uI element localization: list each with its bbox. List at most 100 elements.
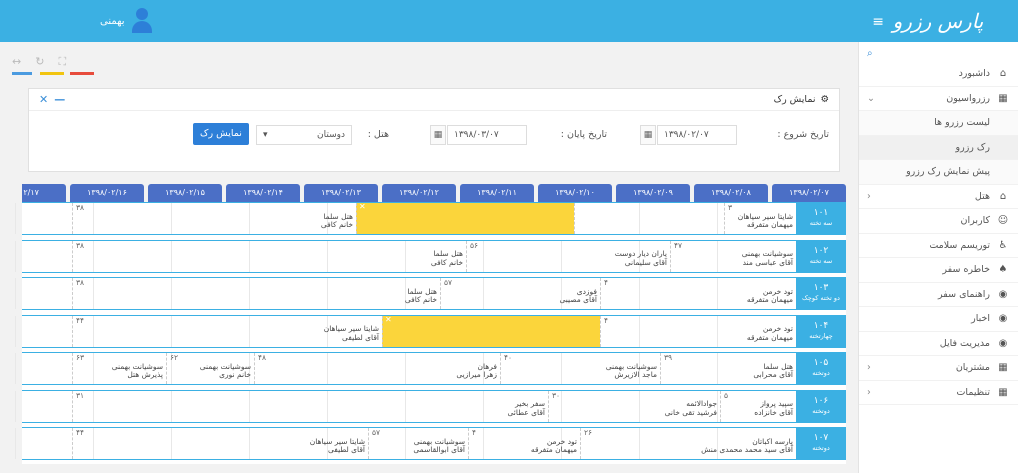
reservation-block[interactable]: ۴ تود خرمن میهمان متفرقه <box>600 278 796 309</box>
reservation-block[interactable]: ۳۸ هتل سلما خانم کافی <box>72 203 356 234</box>
sidebar-item[interactable]: ☺ کاربران <box>859 209 1018 234</box>
reservation-block[interactable]: ۴۰ سوشیانت بهمنی ماجد الازیرش <box>500 353 660 384</box>
room-cell[interactable]: ۱۰۵ دوتخته <box>796 353 846 384</box>
rack-row: ۱۰۷ دوتخته ۲۶ پارسه اکباتان آقای سید محمد مح… <box>15 427 846 460</box>
room-number: ۱۰۲ <box>813 245 829 256</box>
minimize-icon[interactable]: — <box>54 93 65 106</box>
room-type: سه تخته <box>809 256 833 265</box>
user-name: بهمنی <box>100 15 125 27</box>
reservation-block[interactable]: ۳۸ هتل سلما خانم کافی <box>72 278 440 309</box>
room-cell[interactable]: ۱۰۴ چهارتخته <box>796 315 846 347</box>
reservation-block[interactable]: ۳۰ جوادالائمه فرشید تقی خانی <box>548 390 720 422</box>
agency-name: سفر بخیر <box>515 399 545 408</box>
room-cell[interactable]: ۱۰۱ سه تخته <box>796 203 846 234</box>
reservation-block[interactable]: ۶۳ سوشیانت بهمنی پذیرش هتل <box>72 353 166 384</box>
reservation-block[interactable]: ✕ <box>382 315 600 347</box>
reservation-block[interactable]: ۴۷ سوشیانت بهمنی آقای عباسی مند <box>670 240 796 272</box>
date-tab[interactable]: ۱۳۹۸/۰۲/۱۵ <box>148 184 222 202</box>
sidebar-item[interactable]: ♿ توریسم سلامت <box>859 234 1018 258</box>
rack-row: ۱۰۲ سه تخته ۴۷ سوشیانت بهمنی آقای عباسی مند ۵… <box>15 239 846 273</box>
room-cell[interactable]: ۱۰۲ سه تخته <box>796 240 846 272</box>
sidebar-item[interactable]: ◉ راهنمای سفر <box>859 283 1018 307</box>
reservation-block[interactable]: ۴۸ فرهان زهرا میرازیی <box>254 353 500 384</box>
sidebar-item[interactable]: ◉ اخبار <box>859 307 1018 332</box>
hotel-value: دوستان <box>317 130 345 140</box>
room-type: سه تخته <box>809 219 833 227</box>
date-tab[interactable]: ۱۳۹۸/۰۲/۱۰ <box>538 184 612 202</box>
users-icon: ☺ <box>997 215 1009 227</box>
sidebar-item[interactable]: ⌂ هتل ‹ <box>859 185 1018 209</box>
date-tab[interactable]: ۰۲/۱۷ <box>22 184 66 202</box>
reservation-block[interactable]: ۶۲ سوشیانت بهمنی خانم نوری <box>166 353 254 384</box>
close-icon[interactable]: ✕ <box>385 316 392 325</box>
reservation-block[interactable]: ۲۶ پارسه اکباتان آقای سید محمد محمدی منش <box>580 428 796 459</box>
agency-name: شایتا سیر سیاهان <box>309 436 365 446</box>
room-cell[interactable]: ۱۰۶ دوتخته <box>796 390 846 422</box>
close-icon[interactable]: ✕ <box>359 203 366 212</box>
sidebar-subitem[interactable]: لیست رزرو ها <box>859 111 1018 136</box>
reservation-block[interactable]: ✕ <box>356 203 574 234</box>
date-tab[interactable]: ۱۳۹۸/۰۲/۱۴ <box>226 184 300 202</box>
sidebar-item[interactable]: ⌂ داشبورد <box>859 62 1018 87</box>
date-tab[interactable]: ۱۳۹۸/۰۲/۱۳ <box>304 184 378 202</box>
logo[interactable]: پارس رزرو <box>858 0 1018 42</box>
guest-name: میهمان متفرقه <box>746 220 793 229</box>
reservation-block[interactable]: ۴۴ شایتا سیر سیاهان آقای لطیفی <box>72 428 368 459</box>
calendar-icon[interactable]: ▦ <box>640 125 656 145</box>
reservation-number: ۳۸ <box>76 203 85 212</box>
reservation-block[interactable]: ۵۷ فوزدی آقای مصیبی <box>440 278 600 309</box>
reservation-block[interactable]: ۳۱ سفر بخیر آقای عطائی <box>72 390 548 422</box>
guest-name: آقای لطیفی <box>342 332 379 342</box>
close-icon[interactable]: ✕ <box>39 93 48 106</box>
reservation-block[interactable]: ۳۸ هتل سلما خانم کافی <box>72 240 466 272</box>
start-date-input[interactable]: ۱۳۹۸/۰۲/۰۷ <box>657 125 737 145</box>
room-type: دوتخته <box>812 444 830 452</box>
user-menu[interactable]: بهمنی <box>100 8 152 34</box>
date-tab[interactable]: ۱۳۹۸/۰۲/۰۸ <box>694 184 768 202</box>
agency-name: هتل سلما <box>433 249 463 258</box>
avatar <box>131 8 152 34</box>
sidebar-item[interactable]: ◉ مدیریت فایل <box>859 332 1018 356</box>
calendar-icon[interactable]: ▦ <box>430 125 446 145</box>
sidebar-subitem[interactable]: رک رزرو <box>859 135 1018 160</box>
search-icon[interactable]: ⌕ <box>859 42 1018 62</box>
panel-header: ⚙ نمایش رک <box>29 89 839 111</box>
reservation-block[interactable]: ۴ تود خرمن میهمان متفرقه <box>600 315 796 347</box>
end-date-input[interactable]: ۱۳۹۸/۰۳/۰۷ <box>447 125 527 145</box>
reservation-block[interactable]: ۵۷ سوشیانت بهمنی آقای ابوالقاسمی <box>368 428 468 459</box>
sidebar-subitem[interactable]: پیش نمایش رک رزرو <box>859 160 1018 185</box>
sidebar-item-label: هتل <box>974 190 990 202</box>
refresh-icon[interactable]: ↻ <box>35 55 44 69</box>
sidebar-item[interactable]: ▦ مشتریان ‹ <box>859 356 1018 381</box>
date-tab[interactable]: ۱۳۹۸/۰۲/۱۶ <box>70 184 144 202</box>
show-rack-button[interactable]: نمایش رک <box>193 123 249 145</box>
guest-name: آقای محرابی <box>753 370 793 379</box>
guest-name: خانم نوری <box>219 370 251 379</box>
reservation-block[interactable]: ۳۹ هتل سلما آقای محرابی <box>660 353 796 384</box>
sidebar-item-label: اخبار <box>971 313 990 325</box>
date-tab[interactable]: ۱۳۹۸/۰۲/۰۷ <box>772 184 846 202</box>
sidebar-item-label: داشبورد <box>958 68 990 80</box>
hotel-select[interactable]: دوستان ▾ <box>256 125 352 145</box>
date-tab[interactable]: ۱۳۹۸/۰۲/۱۱ <box>460 184 534 202</box>
room-number: ۱۰۵ <box>813 358 829 368</box>
arrows-icon[interactable]: ↔ <box>12 55 21 69</box>
chevron-icon: ‹ <box>867 386 871 398</box>
date-tabs: ۱۳۹۸/۰۲/۰۷ ۱۳۹۸/۰۲/۰۸ ۱۳۹۸/۰۲/۰۹ ۱۳۹۸/۰۲/۱۰… <box>22 184 846 202</box>
date-tab[interactable]: ۱۳۹۸/۰۲/۱۲ <box>382 184 456 202</box>
reservation-block[interactable]: ۴۴ شایتا سیر سیاهان آقای لطیفی <box>72 315 382 347</box>
room-cell[interactable]: ۱۰۷ دوتخته <box>796 428 846 459</box>
room-cell[interactable]: ۱۰۳ دو تخته کوچک <box>796 278 846 309</box>
fullscreen-icon[interactable]: ⛶ <box>58 55 66 69</box>
sidebar-item-label: کاربران <box>960 215 990 227</box>
reservation-block[interactable]: ۵۶ یاران دیار دوست آقای سلیمانی <box>466 240 670 272</box>
reservation-block[interactable]: ۳ شایتا سیر سیاهان میهمان متفرقه <box>724 203 796 234</box>
sidebar-item[interactable]: ♠ خاطره سفر <box>859 258 1018 283</box>
guest-name: آقای سید محمد محمدی منش <box>701 445 793 454</box>
reservation-block[interactable]: ۵ سپید پرواز آقای خانزاده <box>720 390 796 422</box>
sidebar-item[interactable]: ▦ تنظیمات ‹ <box>859 381 1018 405</box>
reservation-block[interactable] <box>574 203 724 234</box>
date-tab[interactable]: ۱۳۹۸/۰۲/۰۹ <box>616 184 690 202</box>
reservation-block[interactable]: ۴ تود خرمن میهمان متفرقه <box>468 428 580 459</box>
sidebar-item[interactable]: ▦ رزرواسیون ⌄ <box>859 87 1018 111</box>
